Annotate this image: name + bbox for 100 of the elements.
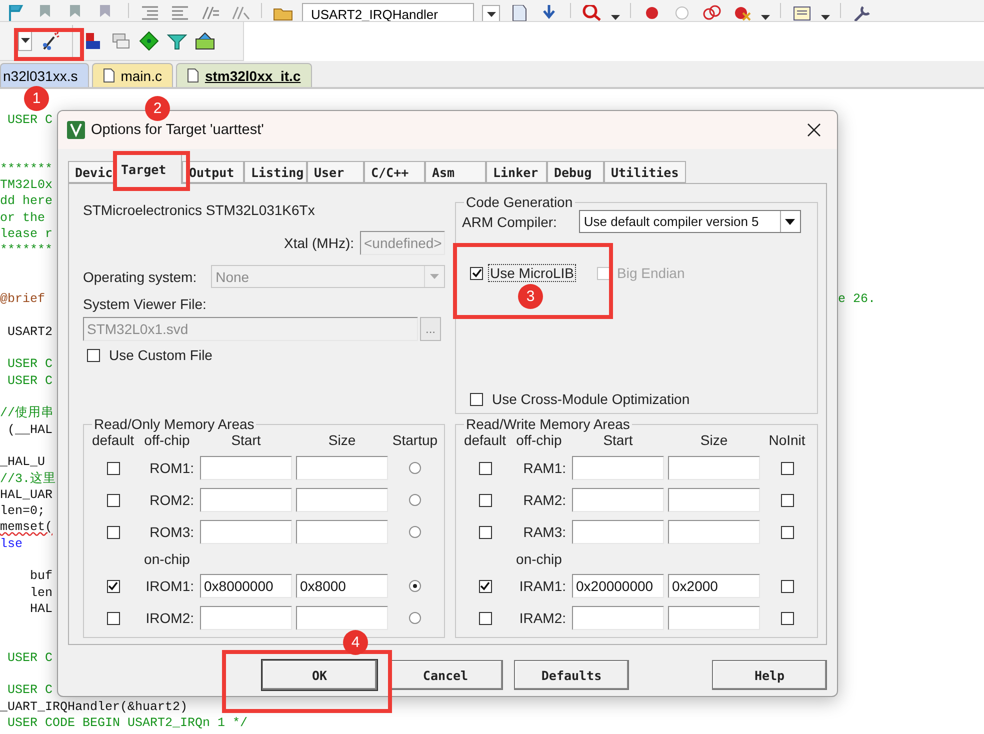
tab[interactable]: Utilities bbox=[604, 161, 686, 183]
start-field[interactable] bbox=[200, 606, 292, 630]
default-checkbox[interactable] bbox=[478, 462, 492, 474]
dropdown-button[interactable] bbox=[482, 5, 500, 21]
code-line: USER C bbox=[6, 682, 53, 699]
startup-radio[interactable] bbox=[409, 580, 421, 592]
area-label: IRAM1: bbox=[519, 578, 566, 594]
default-checkbox[interactable] bbox=[478, 494, 492, 506]
dialog-button[interactable]: OK bbox=[262, 660, 377, 690]
start-field[interactable] bbox=[200, 456, 292, 480]
startup-radio[interactable] bbox=[409, 494, 421, 506]
field-label: Operating system: bbox=[83, 268, 197, 284]
noinit-checkbox[interactable] bbox=[780, 494, 794, 506]
start-field[interactable] bbox=[572, 488, 664, 512]
code-line: USER CODE BEGIN USART2_IRQn 1 */ bbox=[6, 714, 248, 732]
size-field[interactable] bbox=[296, 456, 388, 480]
start-field[interactable] bbox=[572, 456, 664, 480]
function-combo-box[interactable]: USART2_IRQHandler bbox=[302, 3, 474, 21]
size-field[interactable] bbox=[668, 488, 760, 512]
tab[interactable]: Linker bbox=[486, 161, 547, 183]
default-checkbox[interactable] bbox=[478, 612, 492, 624]
area-label: ROM1: bbox=[150, 460, 194, 476]
default-checkbox[interactable] bbox=[106, 494, 120, 506]
size-field[interactable]: 0x8000 bbox=[296, 574, 388, 598]
section-label: on-chip bbox=[143, 551, 191, 567]
checkbox-label: Use Custom File bbox=[108, 347, 214, 363]
file-tab[interactable]: main.c bbox=[92, 63, 173, 87]
code-line: //使用串 bbox=[0, 405, 54, 422]
code-line: e 26. bbox=[838, 291, 877, 308]
size-field[interactable] bbox=[296, 520, 388, 544]
tab[interactable]: Target bbox=[114, 154, 182, 184]
default-checkbox[interactable] bbox=[478, 526, 492, 538]
noinit-checkbox[interactable] bbox=[780, 526, 794, 538]
size-field[interactable] bbox=[668, 456, 760, 480]
magnifier-icon[interactable] bbox=[581, 5, 603, 21]
code-line: USER C bbox=[6, 356, 53, 373]
compiler-select[interactable]: Use default compiler version 5 bbox=[578, 210, 801, 233]
device-name: STMicroelectronics STM32L031K6Tx bbox=[83, 202, 316, 218]
close-icon[interactable] bbox=[807, 123, 821, 137]
default-checkbox[interactable] bbox=[106, 580, 120, 592]
checkbox[interactable] bbox=[470, 392, 483, 406]
tab[interactable]: Output bbox=[182, 161, 244, 183]
tab[interactable]: C/C++ bbox=[364, 161, 425, 183]
tab[interactable]: Listing bbox=[244, 161, 307, 183]
caret-icon bbox=[785, 218, 796, 224]
start-field[interactable] bbox=[572, 520, 664, 544]
column-header: off-chip bbox=[143, 432, 191, 448]
tab[interactable]: Debug bbox=[547, 161, 604, 183]
start-field[interactable]: 0x8000000 bbox=[200, 574, 292, 598]
code-line: _UART_IRQHandler(&huart2) bbox=[0, 698, 188, 715]
indent-icon[interactable] bbox=[139, 5, 161, 21]
dialog-button[interactable]: Defaults bbox=[514, 660, 629, 690]
tab[interactable]: Asm bbox=[425, 161, 486, 183]
magic-wand-icon[interactable] bbox=[40, 31, 62, 51]
start-field[interactable] bbox=[200, 520, 292, 544]
size-field[interactable] bbox=[296, 488, 388, 512]
outdent-icon[interactable] bbox=[169, 5, 191, 21]
startup-radio[interactable] bbox=[409, 526, 421, 538]
default-checkbox[interactable] bbox=[106, 462, 120, 474]
area-label: IROM2: bbox=[146, 610, 194, 626]
field-label: ARM Compiler: bbox=[462, 214, 557, 230]
size-field[interactable] bbox=[668, 606, 760, 630]
file-tab[interactable]: n32l031xx.s bbox=[0, 63, 89, 87]
window-icon[interactable] bbox=[791, 5, 813, 21]
code-line: _HAL_U bbox=[0, 454, 46, 471]
dropdown-button[interactable] bbox=[18, 31, 32, 51]
checkbox-label: Use Cross-Module Optimization bbox=[491, 391, 691, 407]
checkbox[interactable] bbox=[87, 348, 100, 362]
default-checkbox[interactable] bbox=[478, 580, 492, 592]
start-field[interactable] bbox=[200, 488, 292, 512]
blocks-icon[interactable] bbox=[83, 31, 103, 51]
code-line: USER C bbox=[6, 650, 53, 666]
tab[interactable]: Devic bbox=[68, 161, 114, 183]
dialog-button[interactable]: Help bbox=[712, 660, 827, 690]
window-title: Options for Target 'uarttest' bbox=[91, 122, 265, 138]
area-label: RAM1: bbox=[523, 460, 566, 476]
colorful-icon[interactable] bbox=[195, 31, 215, 51]
start-field[interactable] bbox=[572, 606, 664, 630]
code-line: ******* bbox=[0, 242, 53, 259]
checkbox[interactable] bbox=[470, 266, 483, 280]
tab[interactable]: User bbox=[307, 161, 364, 183]
start-field[interactable]: 0x20000000 bbox=[572, 574, 664, 598]
noinit-checkbox[interactable] bbox=[780, 462, 794, 474]
diamond-icon[interactable] bbox=[139, 31, 159, 51]
code-line: TM32L0x bbox=[0, 177, 53, 194]
code-line: USART2 bbox=[6, 324, 53, 340]
startup-radio[interactable] bbox=[409, 612, 421, 624]
size-field[interactable] bbox=[296, 606, 388, 630]
size-field[interactable]: 0x2000 bbox=[668, 574, 760, 598]
windows-icon[interactable] bbox=[111, 31, 131, 51]
noinit-checkbox[interactable] bbox=[780, 612, 794, 624]
default-checkbox[interactable] bbox=[106, 526, 120, 538]
group-title: Code Generation bbox=[465, 194, 574, 210]
caret-icon bbox=[430, 274, 439, 279]
startup-radio[interactable] bbox=[409, 462, 421, 474]
noinit-checkbox[interactable] bbox=[780, 580, 794, 592]
circles-icon[interactable] bbox=[701, 5, 723, 21]
default-checkbox[interactable] bbox=[106, 612, 120, 624]
area-label: RAM3: bbox=[523, 524, 566, 540]
size-field[interactable] bbox=[668, 520, 760, 544]
